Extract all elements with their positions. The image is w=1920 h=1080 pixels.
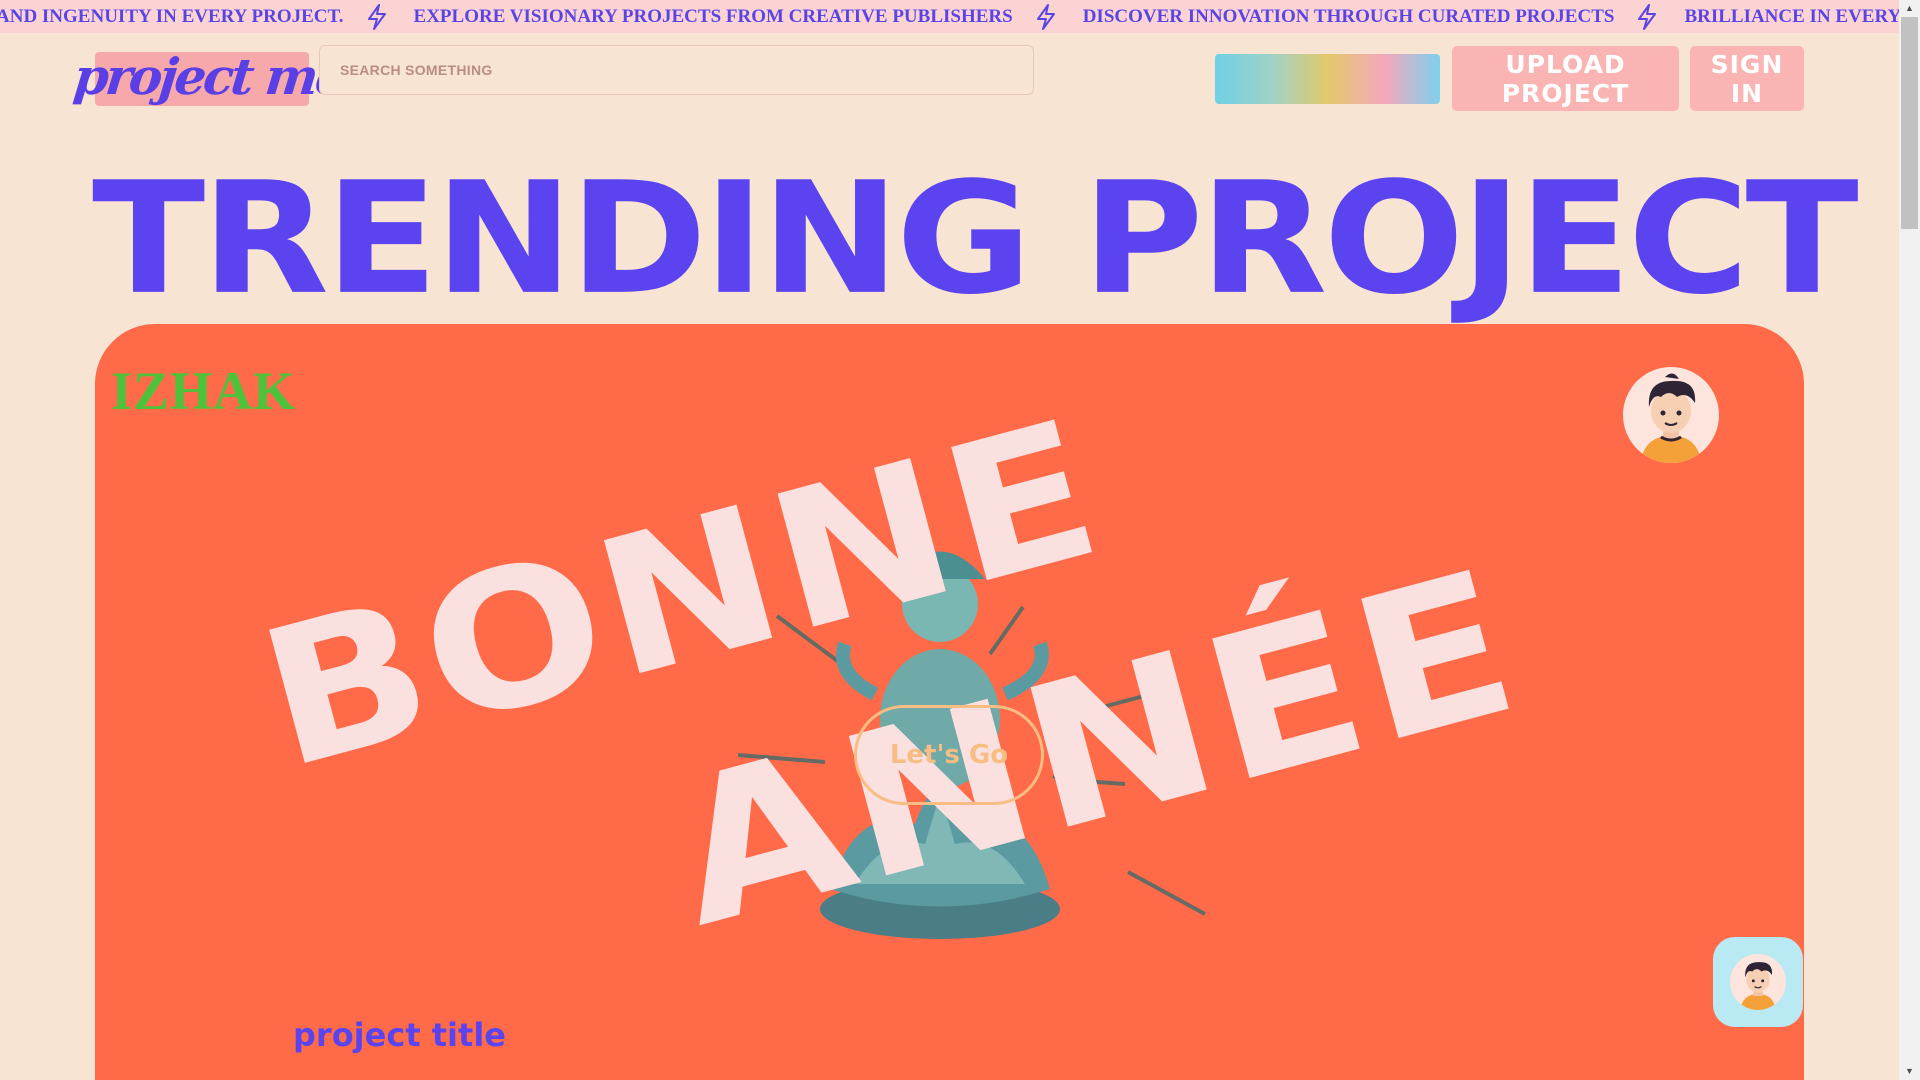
author-name[interactable]: IZHAK — [111, 360, 296, 422]
marquee-item: EXPLORE VISIONARY PROJECTS FROM CREATIVE… — [413, 6, 1013, 27]
page-scrollbar[interactable]: ▲ ▼ — [1899, 0, 1920, 1080]
page: AND INGENUITY IN EVERY PROJECT. EXPLORE … — [0, 0, 1899, 1080]
avatar-icon[interactable] — [1623, 367, 1719, 463]
announcement-marquee: AND INGENUITY IN EVERY PROJECT. EXPLORE … — [0, 0, 1899, 33]
upload-project-button[interactable]: UPLOAD PROJECT — [1452, 46, 1679, 111]
marquee-track: AND INGENUITY IN EVERY PROJECT. EXPLORE … — [0, 0, 1899, 33]
marquee-item: BRILLIANCE IN EVERY PROJECT, CRAFTED WIT… — [1684, 6, 1899, 27]
project-artwork: BONNE ANNÉE — [95, 324, 1804, 1080]
marquee-item: AND INGENUITY IN EVERY PROJECT. — [0, 6, 344, 27]
lets-go-button[interactable]: Let's Go — [854, 705, 1044, 805]
marquee-item: DISCOVER INNOVATION THROUGH CURATED PROJ… — [1082, 6, 1615, 27]
lightning-bolt-icon — [1638, 3, 1657, 30]
page-title: TRENDING PROJECT — [92, 149, 1859, 330]
lightning-bolt-icon — [1036, 3, 1055, 30]
chat-avatar-icon — [1730, 954, 1786, 1010]
chat-avatar-button[interactable] — [1713, 937, 1803, 1027]
search-input[interactable] — [319, 45, 1034, 95]
scroll-up-icon[interactable]: ▲ — [1899, 0, 1920, 17]
scrollbar-thumb[interactable] — [1901, 17, 1918, 229]
lightning-bolt-icon — [367, 3, 386, 30]
project-title[interactable]: project title — [293, 1016, 506, 1054]
gradient-button[interactable] — [1215, 54, 1440, 104]
sign-in-button[interactable]: SIGN IN — [1690, 46, 1804, 111]
scroll-down-icon[interactable]: ▼ — [1899, 1063, 1920, 1080]
trending-project-card[interactable]: BONNE ANNÉE IZHAK Let's Go project title — [95, 324, 1804, 1080]
